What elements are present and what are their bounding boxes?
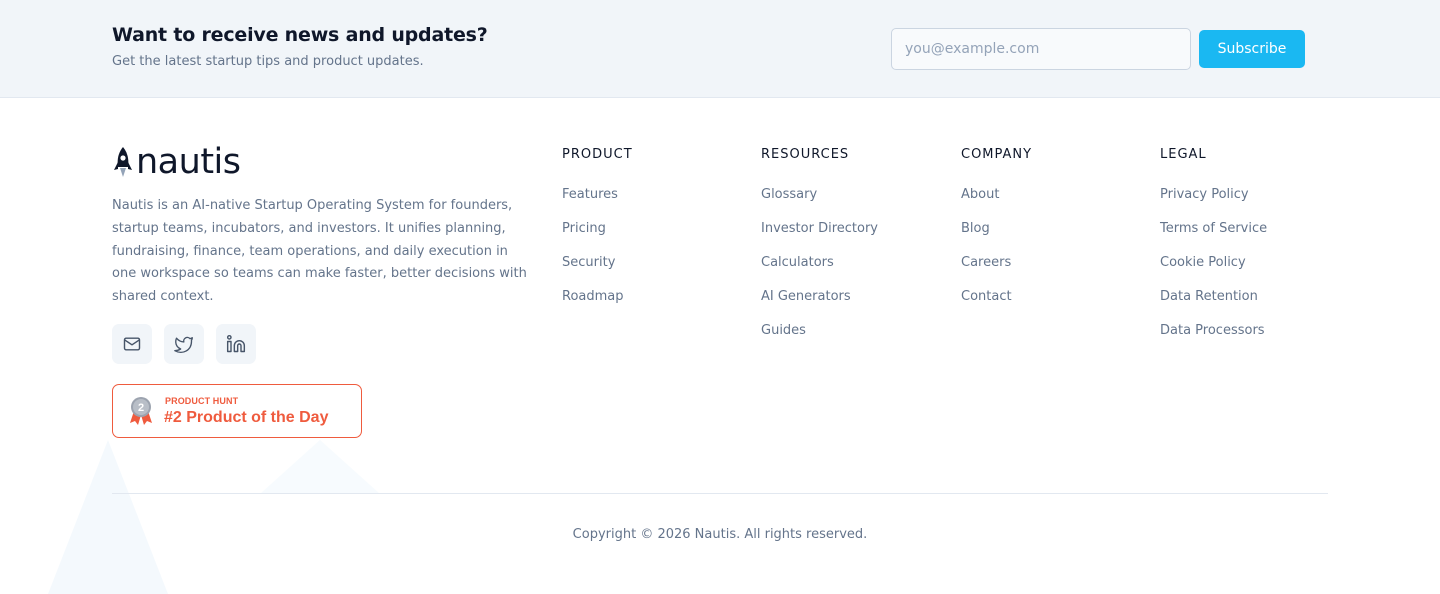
subscribe-button[interactable]: Subscribe [1199, 30, 1305, 68]
column-heading: RESOURCES [761, 147, 850, 162]
footer-link-roadmap[interactable]: Roadmap [562, 289, 624, 304]
footer-column-product: PRODUCT Features Pricing Security Roadma… [562, 147, 633, 322]
product-hunt-badge[interactable]: 2 PRODUCT HUNT #2 Product of the Day [112, 384, 362, 438]
footer-link-data-processors[interactable]: Data Processors [1160, 323, 1265, 338]
brand-logo[interactable]: nautis [112, 144, 241, 180]
rocket-logo-icon [114, 147, 132, 177]
footer-link-features[interactable]: Features [562, 187, 618, 202]
footer-link-ai-generators[interactable]: AI Generators [761, 289, 851, 304]
footer-column-company: COMPANY About Blog Careers Contact [961, 147, 1032, 322]
mail-icon [123, 337, 141, 351]
badge-label: PRODUCT HUNT [165, 396, 239, 406]
footer-column-resources: RESOURCES Glossary Investor Directory Ca… [761, 147, 878, 356]
footer-link-blog[interactable]: Blog [961, 221, 990, 236]
newsletter-section: Want to receive news and updates? Get th… [0, 0, 1440, 98]
footer-link-data-retention[interactable]: Data Retention [1160, 289, 1258, 304]
footer-link-about[interactable]: About [961, 187, 999, 202]
decorative-triangle [260, 440, 380, 494]
footer-link-cookie-policy[interactable]: Cookie Policy [1160, 255, 1246, 270]
footer-link-contact[interactable]: Contact [961, 289, 1012, 304]
badge-title: #2 Product of the Day [164, 409, 329, 426]
copyright-text: Copyright © 2026 Nautis. All rights rese… [572, 527, 868, 542]
newsletter-title: Want to receive news and updates? [112, 24, 488, 46]
footer-link-glossary[interactable]: Glossary [761, 187, 817, 202]
footer-link-careers[interactable]: Careers [961, 255, 1011, 270]
footer-column-legal: LEGAL Privacy Policy Terms of Service Co… [1160, 147, 1267, 356]
email-input[interactable] [891, 28, 1191, 70]
footer-link-terms-of-service[interactable]: Terms of Service [1160, 221, 1267, 236]
brand-name: nautis [136, 142, 241, 182]
email-link[interactable] [112, 324, 152, 364]
medal-icon: 2 [130, 397, 152, 425]
linkedin-link[interactable] [216, 324, 256, 364]
brand-description: Nautis is an AI-native Startup Operating… [112, 198, 527, 305]
column-heading: LEGAL [1160, 147, 1207, 162]
footer-link-pricing[interactable]: Pricing [562, 221, 606, 236]
newsletter-subtitle: Get the latest startup tips and product … [112, 54, 424, 69]
footer-link-guides[interactable]: Guides [761, 323, 806, 338]
decorative-triangle [48, 440, 168, 594]
footer-link-calculators[interactable]: Calculators [761, 255, 834, 270]
footer-link-investor-directory[interactable]: Investor Directory [761, 221, 878, 236]
footer-link-privacy-policy[interactable]: Privacy Policy [1160, 187, 1249, 202]
column-heading: COMPANY [961, 147, 1033, 162]
footer-divider [112, 493, 1328, 494]
twitter-icon [174, 336, 193, 353]
twitter-link[interactable] [164, 324, 204, 364]
linkedin-icon [226, 334, 246, 353]
column-heading: PRODUCT [562, 147, 633, 162]
medal-rank: 2 [138, 402, 144, 414]
footer-link-security[interactable]: Security [562, 255, 615, 270]
